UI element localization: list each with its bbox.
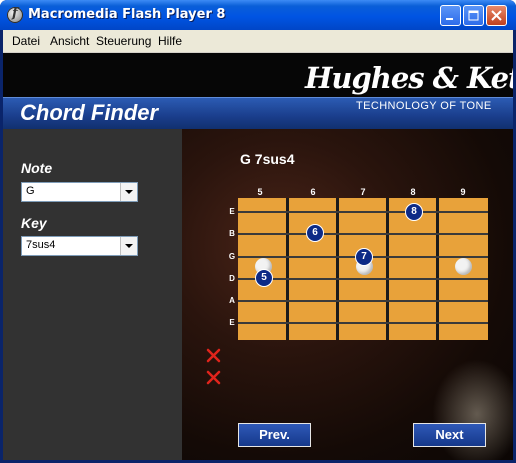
chord-name: G 7sus4 xyxy=(240,151,295,167)
fret-number: 5 xyxy=(257,187,263,197)
chevron-down-icon[interactable] xyxy=(120,237,137,255)
maximize-button[interactable] xyxy=(463,5,484,26)
note-select[interactable]: G xyxy=(21,182,138,202)
brand-logo-text: Hughes & Kettner xyxy=(305,61,513,95)
fret-number: 6 xyxy=(310,187,316,197)
fret-wire xyxy=(286,198,289,340)
next-button[interactable]: Next xyxy=(413,423,486,447)
string-label: G xyxy=(228,252,236,261)
guitar-string xyxy=(238,211,488,213)
fret-number: 7 xyxy=(360,187,366,197)
finger-position: 8 xyxy=(405,203,423,221)
fret-number: 9 xyxy=(460,187,466,197)
fret-wire xyxy=(386,198,389,340)
muted-string-x-icon xyxy=(206,348,221,363)
maximize-icon xyxy=(468,10,479,21)
close-icon xyxy=(491,10,502,21)
finger-position: 5 xyxy=(255,269,273,287)
fretboard: 6 8 7 5 xyxy=(238,198,488,340)
key-label: Key xyxy=(21,215,47,231)
string-label: B xyxy=(229,229,235,238)
finger-position: 7 xyxy=(355,248,373,266)
string-label: A xyxy=(229,296,235,305)
guitar-string xyxy=(238,278,488,280)
close-button[interactable] xyxy=(486,5,507,26)
note-label: Note xyxy=(21,160,53,176)
title-bar[interactable]: Macromedia Flash Player 8 xyxy=(0,0,516,30)
chord-display: G 7sus4 5 6 7 8 9 E B G D A E 6 8 7 5 Pr… xyxy=(182,129,513,460)
prev-button[interactable]: Prev. xyxy=(238,423,311,447)
fret-wire xyxy=(336,198,339,340)
menu-datei[interactable]: Datei xyxy=(12,34,40,48)
string-label: D xyxy=(229,274,235,283)
menu-bar: Datei Ansicht Steuerung Hilfe xyxy=(3,30,513,53)
menu-hilfe[interactable]: Hilfe xyxy=(158,34,182,48)
guitar-string xyxy=(238,300,488,302)
window-title: Macromedia Flash Player 8 xyxy=(28,7,226,22)
menu-ansicht[interactable]: Ansicht xyxy=(50,34,89,48)
app-title: Chord Finder xyxy=(20,100,159,125)
chevron-down-icon[interactable] xyxy=(120,183,137,201)
string-label: E xyxy=(229,318,235,327)
fret-wire xyxy=(436,198,439,340)
flash-content: Chord Finder Hughes & Kettner TECHNOLOGY… xyxy=(3,53,513,460)
muted-string-x-icon xyxy=(206,370,221,385)
flash-player-window: Macromedia Flash Player 8 Datei Ansicht … xyxy=(0,0,516,463)
note-select-value: G xyxy=(26,185,35,197)
guitar-string xyxy=(238,322,488,324)
fret-number: 8 xyxy=(410,187,416,197)
key-select-value: 7sus4 xyxy=(26,239,56,251)
minimize-icon xyxy=(446,18,453,20)
menu-steuerung[interactable]: Steuerung xyxy=(96,34,151,48)
sidebar: Note G Key 7sus4 xyxy=(3,129,182,460)
finger-position: 6 xyxy=(306,224,324,242)
flash-app-icon xyxy=(7,6,23,23)
minimize-button[interactable] xyxy=(440,5,461,26)
key-select[interactable]: 7sus4 xyxy=(21,236,138,256)
fret-marker-dot xyxy=(455,258,472,275)
guitar-string xyxy=(238,233,488,235)
brand-tagline: TECHNOLOGY OF TONE xyxy=(356,100,492,112)
string-label: E xyxy=(229,207,235,216)
